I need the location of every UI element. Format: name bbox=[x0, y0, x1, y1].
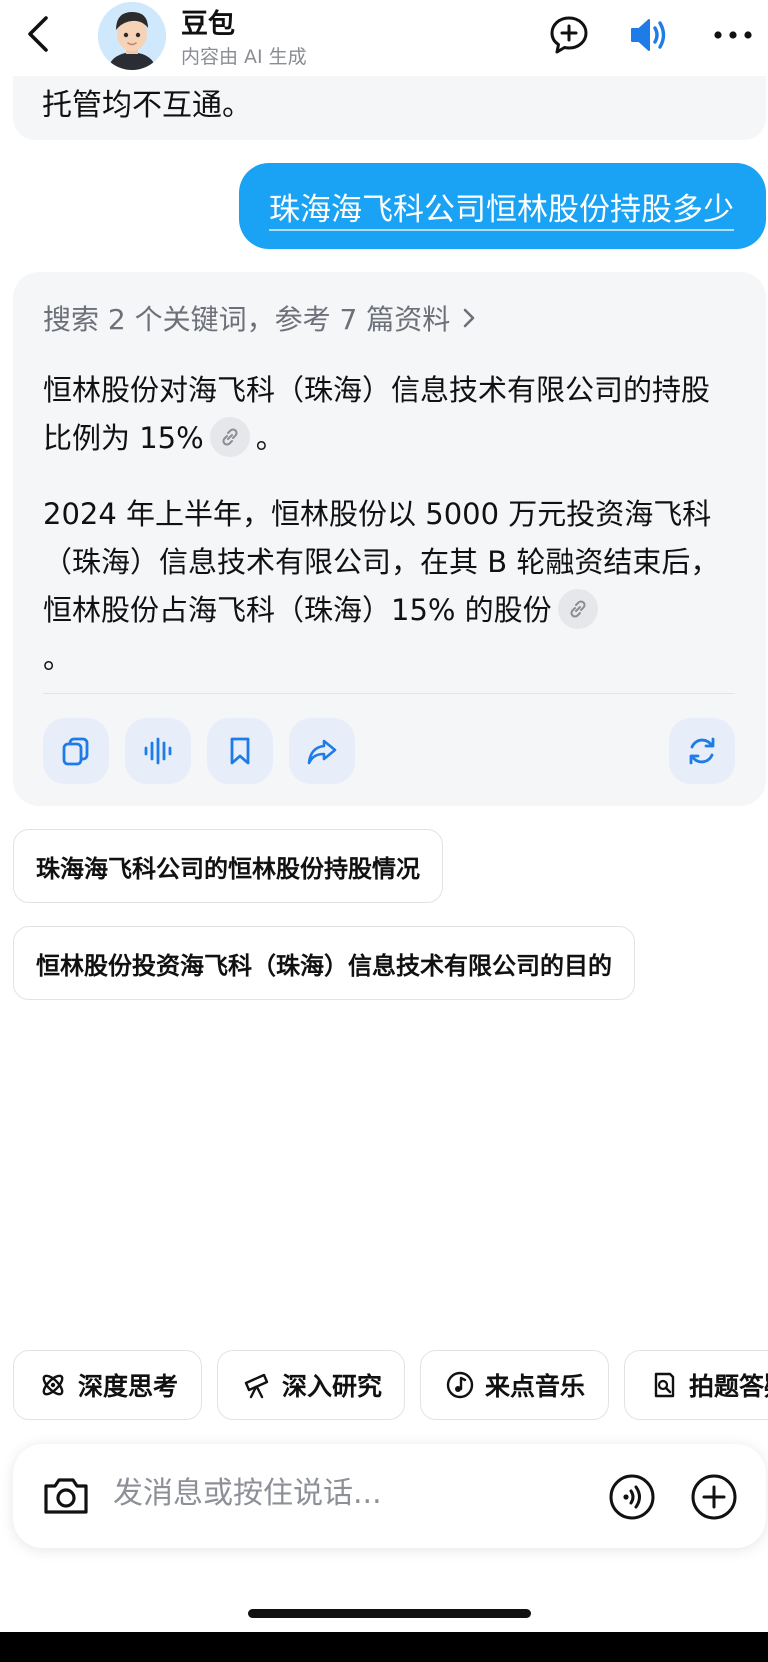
search-references-link[interactable]: 搜索 2 个关键词，参考 7 篇资料 bbox=[43, 298, 478, 338]
bottom-edge-bar bbox=[0, 1632, 768, 1662]
copy-button[interactable] bbox=[43, 718, 109, 784]
bot-name[interactable]: 豆包 bbox=[181, 2, 235, 41]
bookmark-icon bbox=[230, 737, 250, 765]
music-note-icon bbox=[446, 1371, 474, 1399]
back-arrow-icon[interactable] bbox=[18, 12, 58, 56]
answer-text-1-end: 。 bbox=[255, 421, 285, 455]
chevron-right-icon bbox=[463, 308, 475, 328]
camera-icon[interactable] bbox=[40, 1472, 92, 1520]
previous-ai-text: 托管均不互通。 bbox=[42, 88, 252, 123]
home-indicator[interactable] bbox=[248, 1609, 531, 1618]
card-divider bbox=[43, 693, 735, 694]
speaker-icon[interactable] bbox=[626, 12, 672, 58]
refresh-icon bbox=[689, 737, 715, 765]
atom-icon bbox=[42, 1374, 64, 1396]
suggested-question[interactable]: 珠海海飞科公司的恒林股份持股情况 bbox=[13, 829, 443, 903]
tool-label: 来点音乐 bbox=[485, 1372, 586, 1401]
sound-wave-icon bbox=[144, 737, 172, 765]
bookmark-button[interactable] bbox=[207, 718, 273, 784]
source-link-icon[interactable] bbox=[209, 417, 250, 457]
tool-deep-thinking[interactable]: 深度思考 bbox=[13, 1350, 202, 1420]
suggested-question[interactable]: 恒林股份投资海飞科（珠海）信息技术有限公司的目的 bbox=[13, 926, 635, 1000]
source-link-icon[interactable] bbox=[557, 589, 598, 629]
message-input[interactable] bbox=[113, 1476, 573, 1511]
ai-generated-notice: 内容由 AI 生成 bbox=[181, 46, 307, 68]
regenerate-button[interactable] bbox=[669, 718, 735, 784]
telescope-icon bbox=[244, 1373, 269, 1399]
scan-question-icon bbox=[654, 1372, 675, 1398]
bot-avatar[interactable] bbox=[98, 2, 166, 70]
more-options-icon[interactable] bbox=[710, 12, 756, 58]
user-message-text: 珠海海飞科公司恒林股份持股多少 bbox=[269, 191, 734, 228]
tool-music[interactable]: 来点音乐 bbox=[420, 1350, 609, 1420]
copy-icon bbox=[62, 737, 89, 766]
voice-call-icon[interactable] bbox=[608, 1473, 656, 1521]
answer-text-2: 2024 年上半年，恒林股份以 5000 万元投资海飞科（珠海）信息技术有限公司… bbox=[43, 497, 720, 627]
answer-paragraph-2: 2024 年上半年，恒林股份以 5000 万元投资海飞科（珠海）信息技术有限公司… bbox=[43, 490, 733, 682]
tool-label: 深入研究 bbox=[282, 1372, 383, 1401]
share-button[interactable] bbox=[289, 718, 355, 784]
search-summary-text: 搜索 2 个关键词，参考 7 篇资料 bbox=[43, 303, 451, 336]
avatar-face-icon bbox=[98, 2, 166, 70]
share-arrow-icon bbox=[307, 739, 337, 765]
read-aloud-button[interactable] bbox=[125, 718, 191, 784]
add-attachment-icon[interactable] bbox=[690, 1473, 738, 1521]
tool-label: 深度思考 bbox=[78, 1372, 179, 1401]
answer-text-1: 恒林股份对海飞科（珠海）信息技术有限公司的持股比例为 15% bbox=[43, 373, 711, 455]
new-chat-icon[interactable] bbox=[546, 12, 592, 58]
user-message-bubble[interactable]: 珠海海飞科公司恒林股份持股多少 bbox=[239, 163, 766, 249]
answer-text-2-end: 。 bbox=[43, 641, 73, 675]
tool-label: 拍题答疑 bbox=[689, 1372, 768, 1401]
answer-paragraph-1: 恒林股份对海飞科（珠海）信息技术有限公司的持股比例为 15%。 bbox=[43, 366, 733, 462]
tool-photo-answer[interactable]: 拍题答疑 bbox=[624, 1350, 768, 1420]
tool-deep-research[interactable]: 深入研究 bbox=[217, 1350, 405, 1420]
chat-header: 豆包 内容由 AI 生成 bbox=[0, 0, 768, 76]
